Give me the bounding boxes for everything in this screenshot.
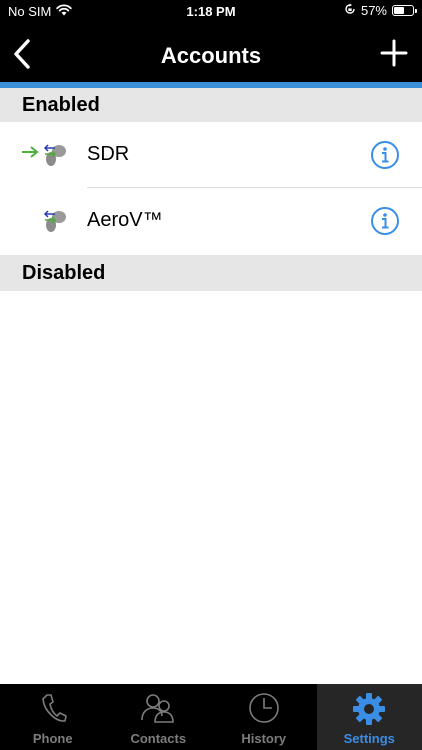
tab-label: Contacts xyxy=(130,731,187,746)
gear-icon xyxy=(353,693,386,725)
account-registered-icon xyxy=(22,144,66,166)
status-bar: No SIM 1:18 PM 57% xyxy=(0,0,422,24)
section-header-enabled: Enabled xyxy=(0,88,422,122)
add-account-button[interactable] xyxy=(380,39,408,67)
section-header-disabled: Disabled xyxy=(0,255,422,291)
navigation-bar: Accounts xyxy=(0,24,422,82)
tab-contacts[interactable]: Contacts xyxy=(106,684,212,750)
tab-label: Settings xyxy=(343,731,395,746)
account-name: AeroV™ xyxy=(87,209,163,231)
tab-settings[interactable]: Settings xyxy=(316,684,422,750)
status-right: 57% xyxy=(344,3,417,18)
account-name: SDR xyxy=(87,143,130,165)
page-title: Accounts xyxy=(160,43,262,68)
battery-percent: 57% xyxy=(360,3,387,18)
account-info-button[interactable] xyxy=(370,140,400,170)
tab-phone[interactable]: Phone xyxy=(0,684,106,750)
tab-label: Phone xyxy=(32,731,73,746)
account-row-sdr[interactable]: SDR xyxy=(0,122,422,187)
tab-label: History xyxy=(241,731,287,746)
account-icon xyxy=(43,210,66,232)
phone-icon xyxy=(41,694,67,722)
rotation-lock-icon xyxy=(344,3,356,18)
clock-icon xyxy=(248,693,279,723)
battery-icon xyxy=(392,5,417,16)
account-row-aerov[interactable]: AeroV™ xyxy=(0,188,422,253)
plus-icon xyxy=(380,39,408,67)
info-icon xyxy=(371,141,399,169)
tab-history[interactable]: History xyxy=(211,684,317,750)
contacts-icon xyxy=(141,694,175,723)
tab-bar: Phone Contacts History Settings xyxy=(0,684,422,750)
account-info-button[interactable] xyxy=(370,206,400,236)
info-icon xyxy=(371,207,399,235)
